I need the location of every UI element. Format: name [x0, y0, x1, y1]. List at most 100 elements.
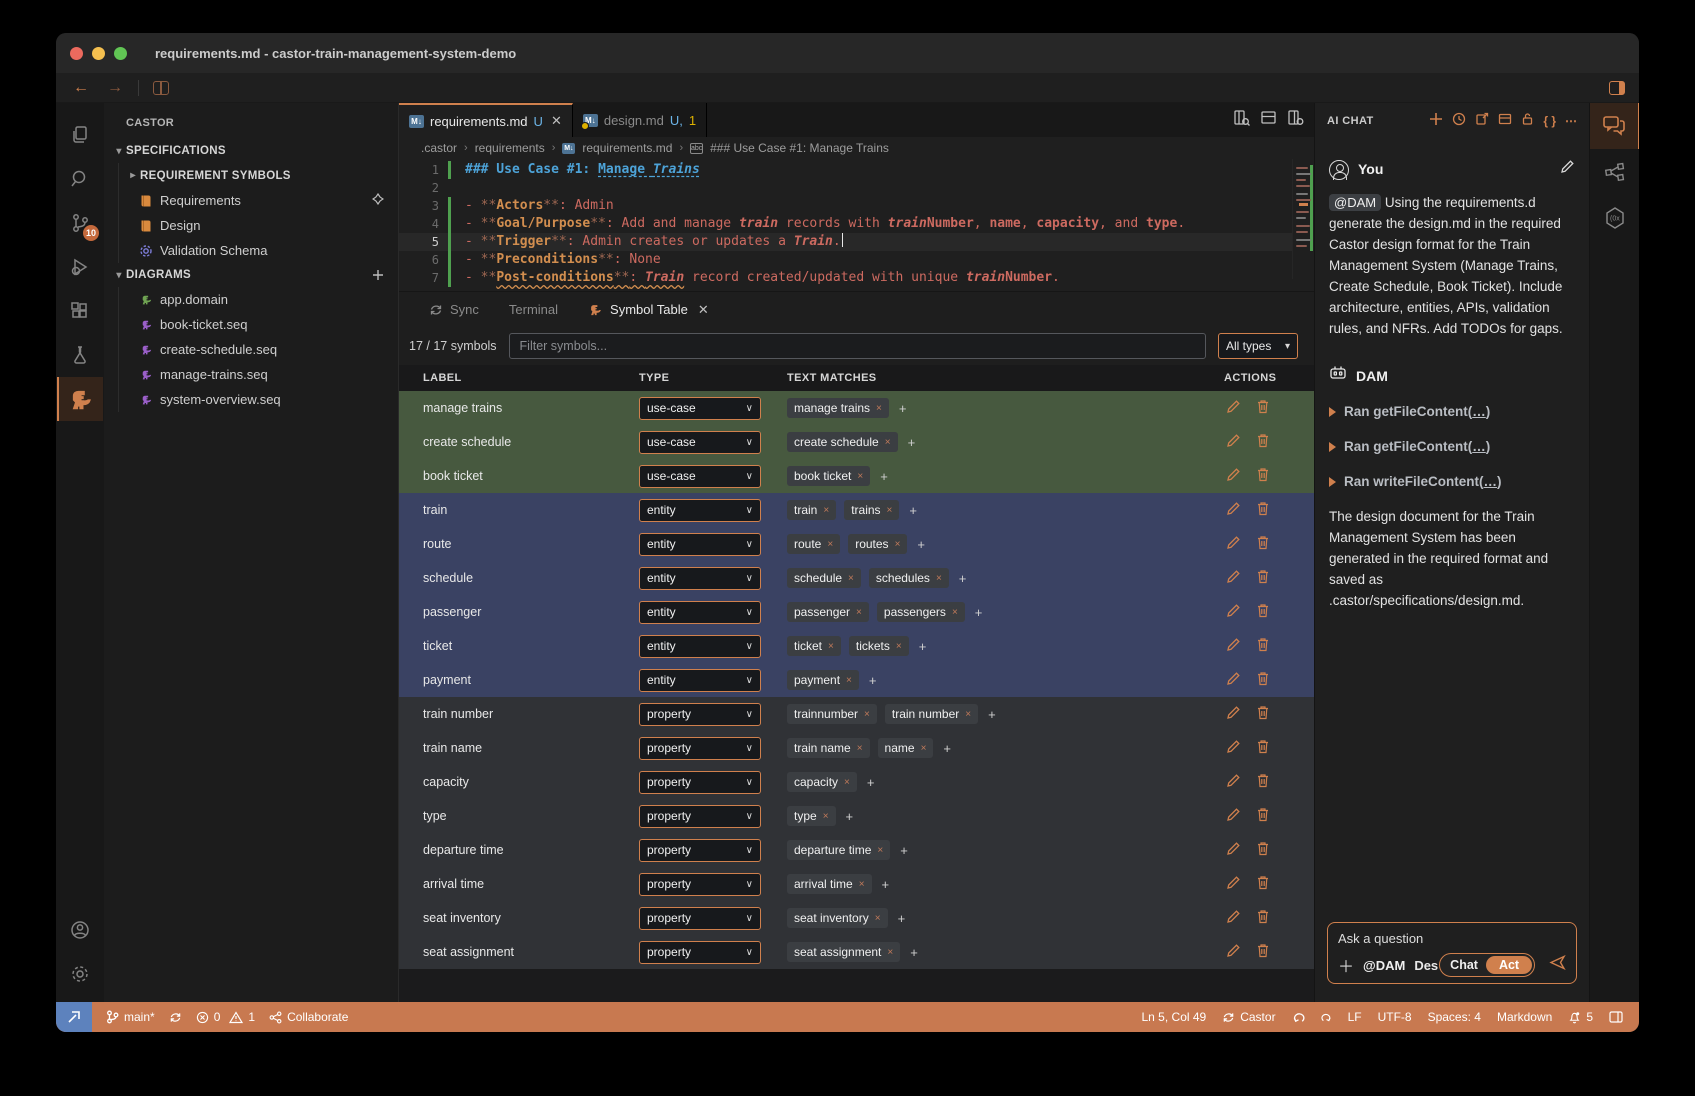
run-debug-icon[interactable] — [57, 245, 103, 289]
mention-label[interactable]: @DAM — [1363, 958, 1405, 973]
castor-status[interactable]: Castor — [1222, 1010, 1275, 1024]
export-icon[interactable] — [1475, 112, 1489, 131]
add-match-button[interactable]: + — [898, 843, 910, 858]
text-match-chip[interactable]: capacity× — [787, 772, 857, 792]
edit-message-icon[interactable] — [1560, 159, 1575, 180]
tool-call-args[interactable]: (…) — [1468, 439, 1491, 454]
agent-label[interactable]: Des — [1414, 958, 1438, 973]
section-specifications[interactable]: ▾ SPECIFICATIONS — [104, 139, 398, 163]
type-select[interactable]: use-case∨ — [639, 465, 761, 488]
add-match-button[interactable]: + — [917, 639, 929, 654]
add-match-button[interactable]: + — [908, 945, 920, 960]
tool-call[interactable]: Ran getFileContent(…) — [1329, 401, 1575, 422]
add-match-button[interactable]: + — [907, 503, 919, 518]
text-match-chip[interactable]: schedule× — [787, 568, 861, 588]
type-filter-select[interactable]: All types ▾ — [1218, 333, 1298, 359]
type-select[interactable]: use-case∨ — [639, 397, 761, 420]
explorer-icon[interactable] — [57, 113, 103, 157]
remove-match-icon[interactable]: × — [876, 403, 882, 414]
tab-requirements-md[interactable]: M↓ requirements.md U ✕ — [399, 103, 573, 137]
text-match-chip[interactable]: trains× — [844, 500, 899, 520]
forward-icon[interactable]: → — [98, 79, 132, 97]
sidebar-item-diagram[interactable]: app.domain — [104, 287, 398, 312]
undo-icon[interactable] — [1292, 1011, 1305, 1024]
split-editor-right-icon[interactable] — [1287, 109, 1304, 131]
chat-icon[interactable] — [1590, 103, 1640, 149]
text-match-chip[interactable]: train number× — [885, 704, 978, 724]
text-match-chip[interactable]: seat inventory× — [787, 908, 888, 928]
delete-symbol-icon[interactable] — [1256, 807, 1270, 825]
sidebar-item-diagram[interactable]: book-ticket.seq — [104, 312, 398, 337]
text-match-chip[interactable]: train name× — [787, 738, 870, 758]
split-editor-down-icon[interactable] — [1260, 109, 1277, 131]
add-match-button[interactable]: + — [865, 775, 877, 790]
tab-design-md[interactable]: M↓ design.md U, 1 — [573, 103, 707, 137]
code-braces-icon[interactable]: { } — [1543, 114, 1556, 128]
account-icon[interactable] — [57, 908, 103, 952]
remove-match-icon[interactable]: × — [859, 879, 865, 890]
sidebar-item-validation-schema[interactable]: Validation Schema — [104, 238, 398, 263]
type-select[interactable]: property∨ — [639, 737, 761, 760]
delete-symbol-icon[interactable] — [1256, 705, 1270, 723]
code-editor[interactable]: 1### Use Case #1: Manage Trains23- **Act… — [399, 159, 1314, 291]
remove-match-icon[interactable]: × — [857, 471, 863, 482]
type-select[interactable]: entity∨ — [639, 567, 761, 590]
delete-symbol-icon[interactable] — [1256, 841, 1270, 859]
type-select[interactable]: property∨ — [639, 941, 761, 964]
type-select[interactable]: entity∨ — [639, 499, 761, 522]
text-match-chip[interactable]: routes× — [848, 534, 907, 554]
remove-match-icon[interactable]: × — [827, 539, 833, 550]
close-tab-icon[interactable]: ✕ — [551, 113, 562, 129]
edit-symbol-icon[interactable] — [1226, 467, 1241, 485]
remove-match-icon[interactable]: × — [844, 777, 850, 788]
text-match-chip[interactable]: arrival time× — [787, 874, 872, 894]
edit-symbol-icon[interactable] — [1226, 637, 1241, 655]
remove-match-icon[interactable]: × — [846, 675, 852, 686]
tool-call[interactable]: Ran writeFileContent(…) — [1329, 471, 1575, 492]
panel-tab-symbol-table[interactable]: Symbol Table ✕ — [588, 302, 709, 318]
history-icon[interactable] — [1452, 112, 1466, 131]
type-select[interactable]: property∨ — [639, 703, 761, 726]
add-match-button[interactable]: + — [897, 401, 909, 416]
breadcrumb-item[interactable]: .castor — [421, 141, 457, 155]
add-match-button[interactable]: + — [986, 707, 998, 722]
sidebar-item-diagram[interactable]: create-schedule.seq — [104, 337, 398, 362]
edit-symbol-icon[interactable] — [1226, 875, 1241, 893]
collaborate-status[interactable]: Collaborate — [269, 1010, 348, 1024]
encoding-status[interactable]: UTF-8 — [1378, 1010, 1412, 1024]
remove-match-icon[interactable]: × — [857, 743, 863, 754]
lock-icon[interactable] — [1521, 112, 1534, 131]
settings-gear-icon[interactable] — [57, 952, 103, 996]
notifications-bell-icon[interactable]: 5 — [1568, 1010, 1593, 1024]
add-match-button[interactable]: + — [896, 911, 908, 926]
filter-symbols-input[interactable] — [509, 333, 1206, 359]
delete-symbol-icon[interactable] — [1256, 773, 1270, 791]
add-match-button[interactable]: + — [957, 571, 969, 586]
remove-match-icon[interactable]: × — [848, 573, 854, 584]
add-match-button[interactable]: + — [973, 605, 985, 620]
edit-symbol-icon[interactable] — [1226, 671, 1241, 689]
tool-call-args[interactable]: (…) — [1468, 404, 1491, 419]
remove-match-icon[interactable]: × — [896, 641, 902, 652]
type-select[interactable]: property∨ — [639, 907, 761, 930]
remove-match-icon[interactable]: × — [823, 505, 829, 516]
add-match-button[interactable]: + — [915, 537, 927, 552]
remote-indicator[interactable] — [56, 1002, 92, 1032]
castor-extension-icon[interactable] — [57, 377, 103, 421]
add-match-button[interactable]: + — [844, 809, 856, 824]
add-match-button[interactable]: + — [878, 469, 890, 484]
remove-match-icon[interactable]: × — [875, 913, 881, 924]
delete-symbol-icon[interactable] — [1256, 569, 1270, 587]
delete-symbol-icon[interactable] — [1256, 671, 1270, 689]
add-match-button[interactable]: + — [941, 741, 953, 756]
delete-symbol-icon[interactable] — [1256, 739, 1270, 757]
delete-symbol-icon[interactable] — [1256, 875, 1270, 893]
sidebar-item-diagram[interactable]: system-overview.seq — [104, 387, 398, 412]
minimize-window-button[interactable] — [92, 47, 105, 60]
mode-act[interactable]: Act — [1486, 956, 1532, 974]
edit-symbol-icon[interactable] — [1226, 739, 1241, 757]
text-match-chip[interactable]: type× — [787, 806, 836, 826]
edit-symbol-icon[interactable] — [1226, 569, 1241, 587]
delete-symbol-icon[interactable] — [1256, 535, 1270, 553]
remove-match-icon[interactable]: × — [936, 573, 942, 584]
